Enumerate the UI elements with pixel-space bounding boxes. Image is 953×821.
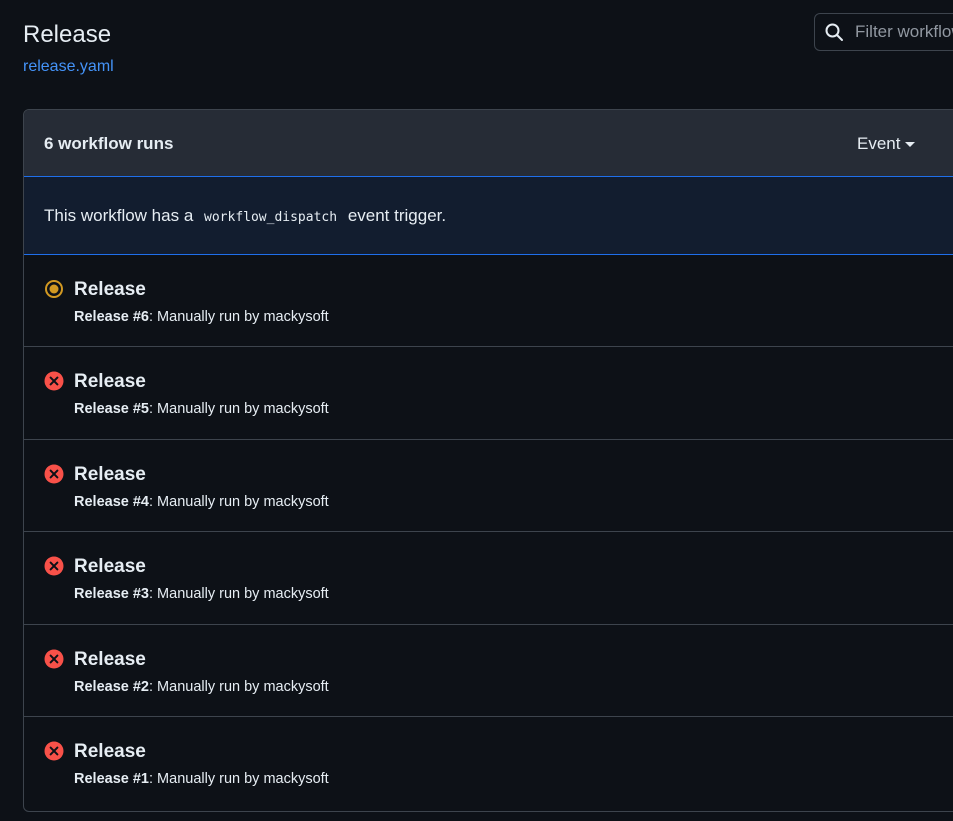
run-trigger-text: : Manually run by mackysoft [149, 493, 329, 510]
run-number: #1 [132, 770, 149, 787]
run-meta: Release #4: Manually run by mackysoft [74, 493, 329, 511]
runs-count: 6 workflow runs [44, 134, 174, 153]
run-title-link[interactable]: Release [74, 555, 146, 579]
run-meta: Release #5: Manually run by mackysoft [74, 400, 329, 418]
dispatch-code: workflow_dispatch [204, 210, 338, 225]
event-filter-label: Event [857, 134, 901, 153]
run-number: #2 [132, 678, 149, 695]
event-filter-button[interactable]: Event [857, 134, 916, 154]
workflow-page: Release release.yaml 6 workflow runs Eve… [0, 0, 953, 821]
dispatch-prefix: This workflow has a [44, 206, 194, 225]
search-icon [824, 22, 844, 42]
run-number: #4 [132, 493, 149, 510]
dispatch-trigger-text: This workflow has a workflow_dispatch ev… [44, 205, 446, 229]
run-title-link[interactable]: Release [74, 648, 146, 672]
run-title-link[interactable]: Release [74, 740, 146, 764]
run-row[interactable]: Release Release #2: Manually run by macky… [24, 625, 953, 717]
run-workflow-name: Release [74, 586, 129, 603]
runs-list: Release Release #6: Manually run by macky… [24, 255, 953, 809]
x-circle-icon [44, 371, 64, 391]
run-meta: Release #6: Manually run by mackysoft [74, 308, 329, 326]
caret-down-icon [905, 141, 916, 147]
run-workflow-name: Release [74, 493, 129, 510]
run-trigger-text: : Manually run by mackysoft [149, 586, 329, 603]
dispatch-suffix: event trigger. [347, 206, 447, 225]
run-row[interactable]: Release Release #1: Manually run by macky… [24, 717, 953, 809]
run-row[interactable]: Release Release #3: Manually run by macky… [24, 532, 953, 625]
run-row[interactable]: Release Release #4: Manually run by macky… [24, 440, 953, 533]
run-meta: Release #3: Manually run by mackysoft [74, 585, 329, 603]
x-circle-icon [44, 464, 64, 484]
run-trigger-text: : Manually run by mackysoft [149, 401, 329, 418]
run-workflow-name: Release [74, 770, 129, 787]
run-title-link[interactable]: Release [74, 463, 146, 487]
workflow-file-link[interactable]: release.yaml [23, 57, 114, 77]
x-circle-icon [44, 556, 64, 576]
x-circle-icon [44, 649, 64, 669]
run-workflow-name: Release [74, 401, 129, 418]
run-meta: Release #2: Manually run by mackysoft [74, 678, 329, 696]
dispatch-trigger-banner: This workflow has a workflow_dispatch ev… [24, 176, 953, 255]
workflow-runs-box: 6 workflow runs Event This workflow has … [23, 109, 953, 812]
in-progress-icon [44, 279, 64, 299]
run-row[interactable]: Release Release #5: Manually run by macky… [24, 347, 953, 440]
run-title-link[interactable]: Release [74, 370, 146, 394]
filter-runs-field[interactable] [814, 13, 953, 51]
run-row[interactable]: Release Release #6: Manually run by macky… [24, 255, 953, 348]
run-trigger-text: : Manually run by mackysoft [149, 770, 329, 787]
runs-box-header: 6 workflow runs Event [24, 110, 953, 177]
run-meta: Release #1: Manually run by mackysoft [74, 770, 329, 788]
run-title-link[interactable]: Release [74, 278, 146, 302]
run-trigger-text: : Manually run by mackysoft [149, 309, 329, 325]
run-trigger-text: : Manually run by mackysoft [149, 678, 329, 695]
run-workflow-name: Release [74, 678, 129, 695]
run-number: #5 [132, 401, 149, 418]
run-number: #3 [132, 586, 149, 603]
run-number: #6 [132, 309, 149, 325]
x-circle-icon [44, 741, 64, 761]
run-workflow-name: Release [74, 309, 129, 325]
filter-runs-input[interactable] [855, 22, 953, 42]
page-title: Release [23, 21, 112, 48]
